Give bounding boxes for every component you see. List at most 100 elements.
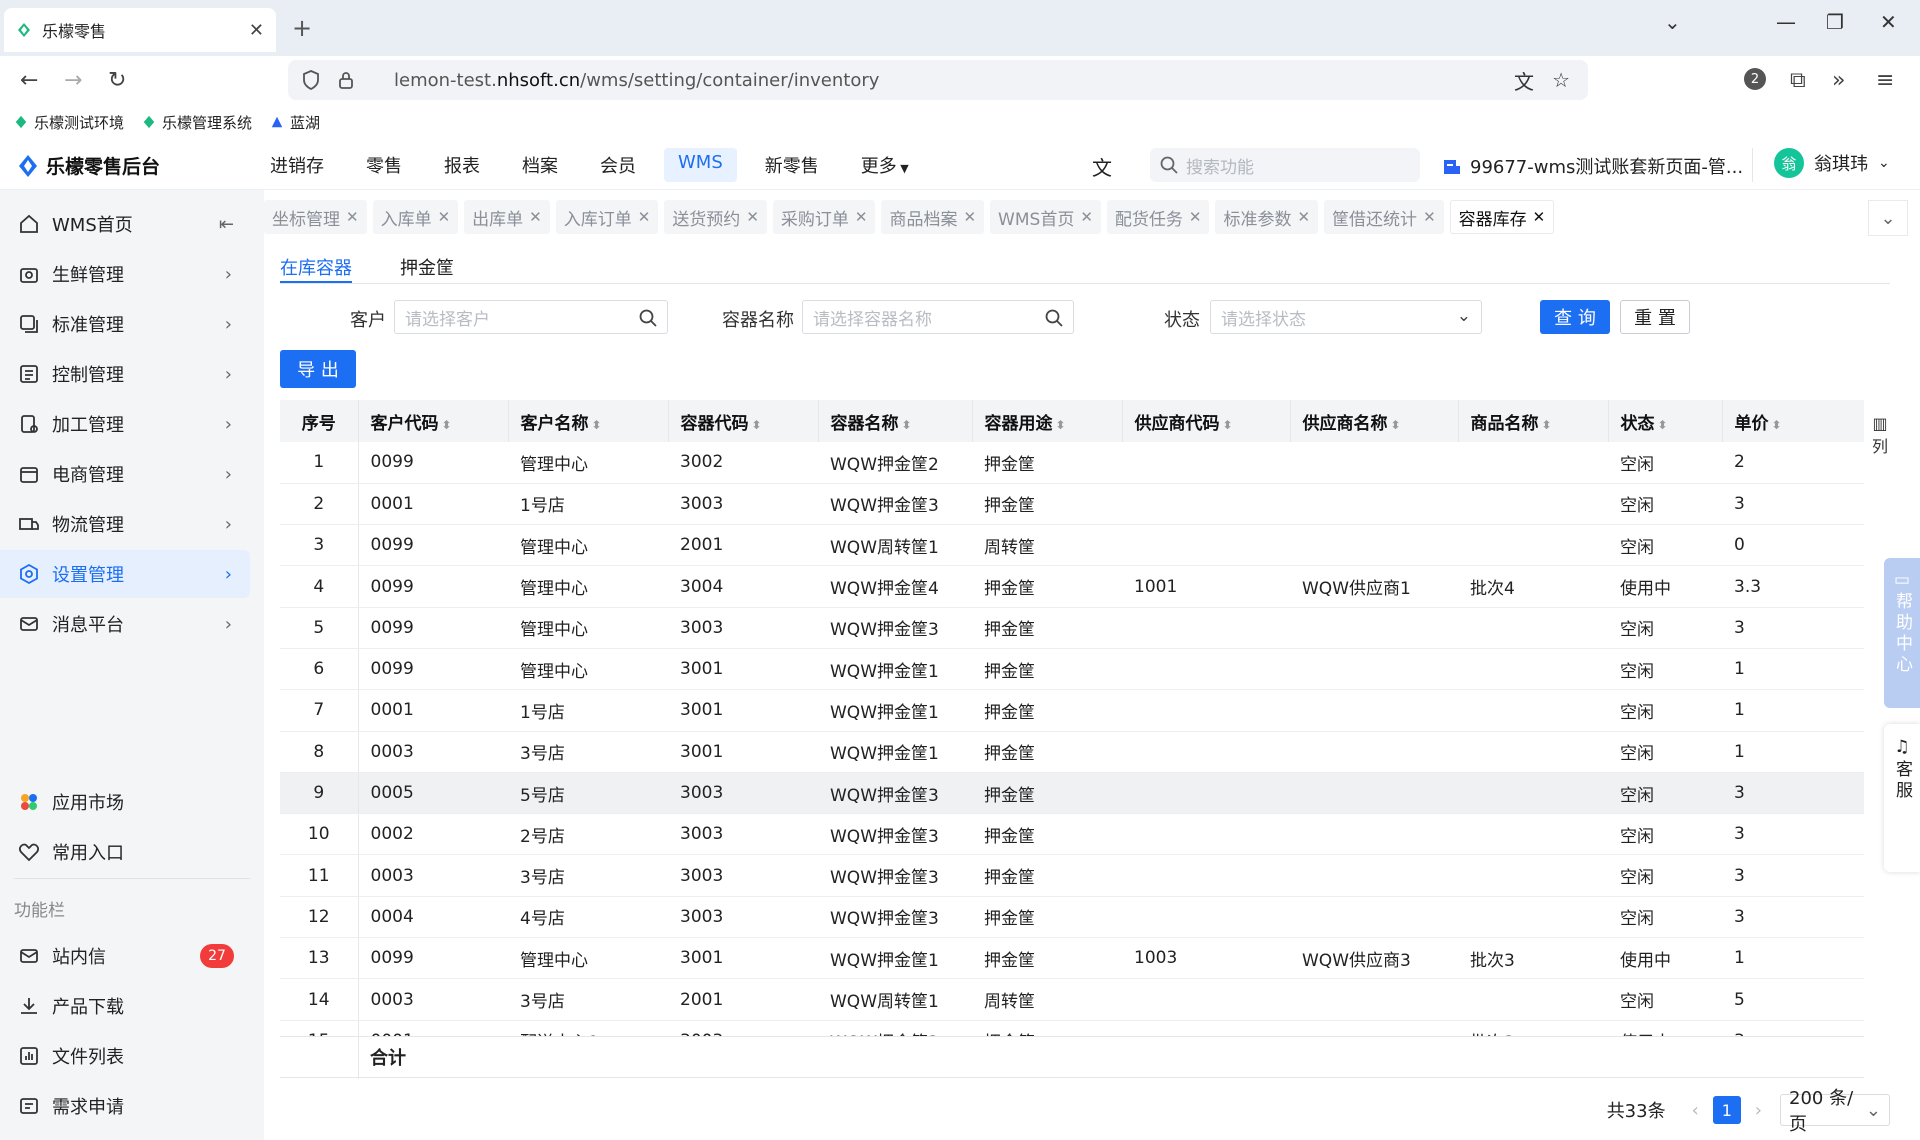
tab-container-inventory[interactable]: 容器库存 ✕ [1449,200,1555,234]
column-settings-button[interactable]: ▥ 列 [1864,400,1896,490]
table-row[interactable]: 14 0003 3号店 2001 WQW周转筐1 周转筐 空闲 5 [280,978,1864,1021]
bookmark-item[interactable]: 乐檬管理系统 [142,112,252,133]
close-window-icon[interactable]: ✕ [1880,10,1897,34]
close-icon[interactable]: ✕ [1080,208,1093,226]
customer-select[interactable]: 请选择客户 [394,300,668,334]
column-header[interactable]: 供应商代码 ⬍ [1122,400,1291,442]
back-icon[interactable]: ← [20,68,38,93]
sidebar-item-fresh[interactable]: 生鲜管理 › [0,250,250,298]
column-header[interactable]: 客户名称 ⬍ [508,400,669,442]
close-icon[interactable]: ✕ [346,208,359,226]
close-icon[interactable]: ✕ [1423,208,1436,226]
tab-standard-params[interactable]: 标准参数 ✕ [1215,200,1319,234]
customer-service-button[interactable]: ♫ 客服 [1884,724,1920,872]
store-selector[interactable]: 99677-wms测试账套新页面-管... [1442,153,1743,179]
table-row[interactable]: 12 0004 4号店 3003 WQW押金筐3 押金筐 空闲 3 [280,896,1864,939]
tab-purchase-order[interactable]: 采购订单 ✕ [772,200,876,234]
close-icon[interactable]: ✕ [529,208,542,226]
sidebar-item-standard[interactable]: 标准管理 › [0,300,250,348]
sort-icon[interactable]: ⬍ [1658,418,1668,432]
status-select[interactable]: 请选择状态 ⌄ [1210,300,1482,334]
column-header[interactable]: 容器代码 ⬍ [668,400,819,442]
nav-item-jinxiaocun[interactable]: 进销存 [256,148,338,182]
nav-item-retail[interactable]: 零售 [352,148,416,182]
export-button[interactable]: 导 出 [280,350,356,388]
translate-icon[interactable]: 文 [1514,66,1534,95]
reload-icon[interactable]: ↻ [108,68,126,93]
sort-icon[interactable]: ⬍ [442,418,452,432]
table-row[interactable]: 9 0005 5号店 3003 WQW押金筐3 押金筐 空闲 3 [280,772,1864,815]
sort-icon[interactable]: ⬍ [1542,418,1552,432]
tab-coordinate[interactable]: 坐标管理 ✕ [264,200,367,234]
sidebar-item-requests[interactable]: 需求申请 [0,1082,250,1130]
browser-tab[interactable]: 乐檬零售 ✕ [4,8,276,52]
menu-icon[interactable]: ≡ [1876,68,1894,93]
container-name-select[interactable]: 请选择容器名称 [802,300,1074,334]
sidebar-item-ecommerce[interactable]: 电商管理 › [0,450,250,498]
sidebar-item-wms-home[interactable]: WMS首页 ⇤ [0,200,250,248]
more-tools-icon[interactable]: » [1832,68,1845,93]
nav-item-more[interactable]: 更多 ▼ [847,148,923,182]
sort-icon[interactable]: ⬍ [1223,418,1233,432]
star-icon[interactable]: ☆ [1552,68,1570,92]
sidebar-item-logistics[interactable]: 物流管理 › [0,500,250,548]
tab-distribution-task[interactable]: 配货任务 ✕ [1106,200,1210,234]
column-header[interactable]: 容器名称 ⬍ [818,400,973,442]
address-bar[interactable]: lemon-test.nhsoft.cn/wms/setting/contain… [288,60,1588,100]
column-header[interactable]: 单价 ⬍ [1722,400,1864,442]
extensions-icon[interactable]: ⧉ [1790,68,1806,93]
table-row[interactable]: 2 0001 1号店 3003 WQW押金筐3 押金筐 空闲 3 [280,483,1864,526]
close-icon[interactable]: ✕ [855,208,868,226]
tab-list-chevron-icon[interactable]: ⌄ [1664,10,1681,34]
tab-inbound-order[interactable]: 入库订单 ✕ [555,200,659,234]
table-row[interactable]: 3 0099 管理中心 2001 WQW周转筐1 周转筐 空闲 0 [280,524,1864,567]
column-header[interactable]: 容器用途 ⬍ [972,400,1123,442]
extension-badge-icon[interactable]: 2 [1744,68,1766,90]
sidebar-item-favorites[interactable]: 常用入口 [0,828,250,876]
brand[interactable]: 乐檬零售后台 [18,152,160,179]
nav-item-new-retail[interactable]: 新零售 [751,148,833,182]
minimize-icon[interactable]: — [1776,10,1796,34]
sort-icon[interactable]: ⬍ [902,418,912,432]
tab-inbound[interactable]: 入库单 ✕ [372,200,459,234]
forward-icon[interactable]: → [64,68,82,93]
close-icon[interactable]: ✕ [1533,208,1546,226]
sidebar-item-app-market[interactable]: 应用市场 [0,778,250,826]
table-row[interactable]: 4 0099 管理中心 3004 WQW押金筐4 押金筐 1001 WQW供应商1 批次4 使用中… [280,565,1864,608]
table-row[interactable]: 5 0099 管理中心 3003 WQW押金筐3 押金筐 空闲 3 [280,607,1864,649]
nav-item-member[interactable]: 会员 [586,148,650,182]
column-header[interactable]: 商品名称 ⬍ [1458,400,1609,442]
sidebar-item-settings[interactable]: 设置管理 › [0,550,250,598]
close-icon[interactable]: ✕ [438,208,451,226]
table-row[interactable]: 1 0099 管理中心 3002 WQW押金筐2 押金筐 空闲 2 [280,442,1864,484]
sort-icon[interactable]: ⬍ [1056,418,1066,432]
page-size-select[interactable]: 200 条/页 ⌄ [1780,1088,1890,1135]
tab-wms-home[interactable]: WMS首页 ✕ [990,200,1101,234]
sort-icon[interactable]: ⬍ [592,418,602,432]
reset-button[interactable]: 重 置 [1620,300,1690,334]
nav-item-wms[interactable]: WMS [664,148,737,182]
sort-icon[interactable]: ⬍ [752,418,762,432]
sidebar-item-inbox[interactable]: 站内信 27 [0,932,250,980]
translate-icon[interactable]: 文 [1092,152,1112,181]
tab-delivery-booking[interactable]: 送货预约 ✕ [664,200,767,234]
column-header[interactable]: 状态 ⬍ [1608,400,1723,442]
column-header[interactable]: 客户代码 ⬍ [358,400,509,442]
sort-icon[interactable]: ⬍ [1772,418,1782,432]
next-page-icon[interactable]: › [1755,1100,1762,1121]
close-icon[interactable]: ✕ [1297,208,1310,226]
close-icon[interactable]: ✕ [638,208,651,226]
sidebar-item-file-list[interactable]: 文件列表 [0,1032,250,1080]
tab-in-stock-containers[interactable]: 在库容器 [280,250,352,283]
table-row[interactable]: 7 0001 1号店 3001 WQW押金筐1 押金筐 空闲 1 [280,689,1864,732]
table-row[interactable]: 11 0003 3号店 3003 WQW押金筐3 押金筐 空闲 3 [280,854,1864,897]
sort-icon[interactable]: ⬍ [1391,418,1401,432]
collapse-sidebar-icon[interactable]: ⇤ [219,214,234,235]
restore-icon[interactable]: ❐ [1826,10,1844,34]
tab-outbound[interactable]: 出库单 ✕ [464,200,550,234]
new-tab-button[interactable]: + [292,14,312,42]
user-menu[interactable]: 翁 翁琪玮 ⌄ [1774,148,1890,178]
nav-item-archive[interactable]: 档案 [508,148,572,182]
close-icon[interactable]: ✕ [746,208,759,226]
sidebar-item-download[interactable]: 产品下载 [0,982,250,1030]
